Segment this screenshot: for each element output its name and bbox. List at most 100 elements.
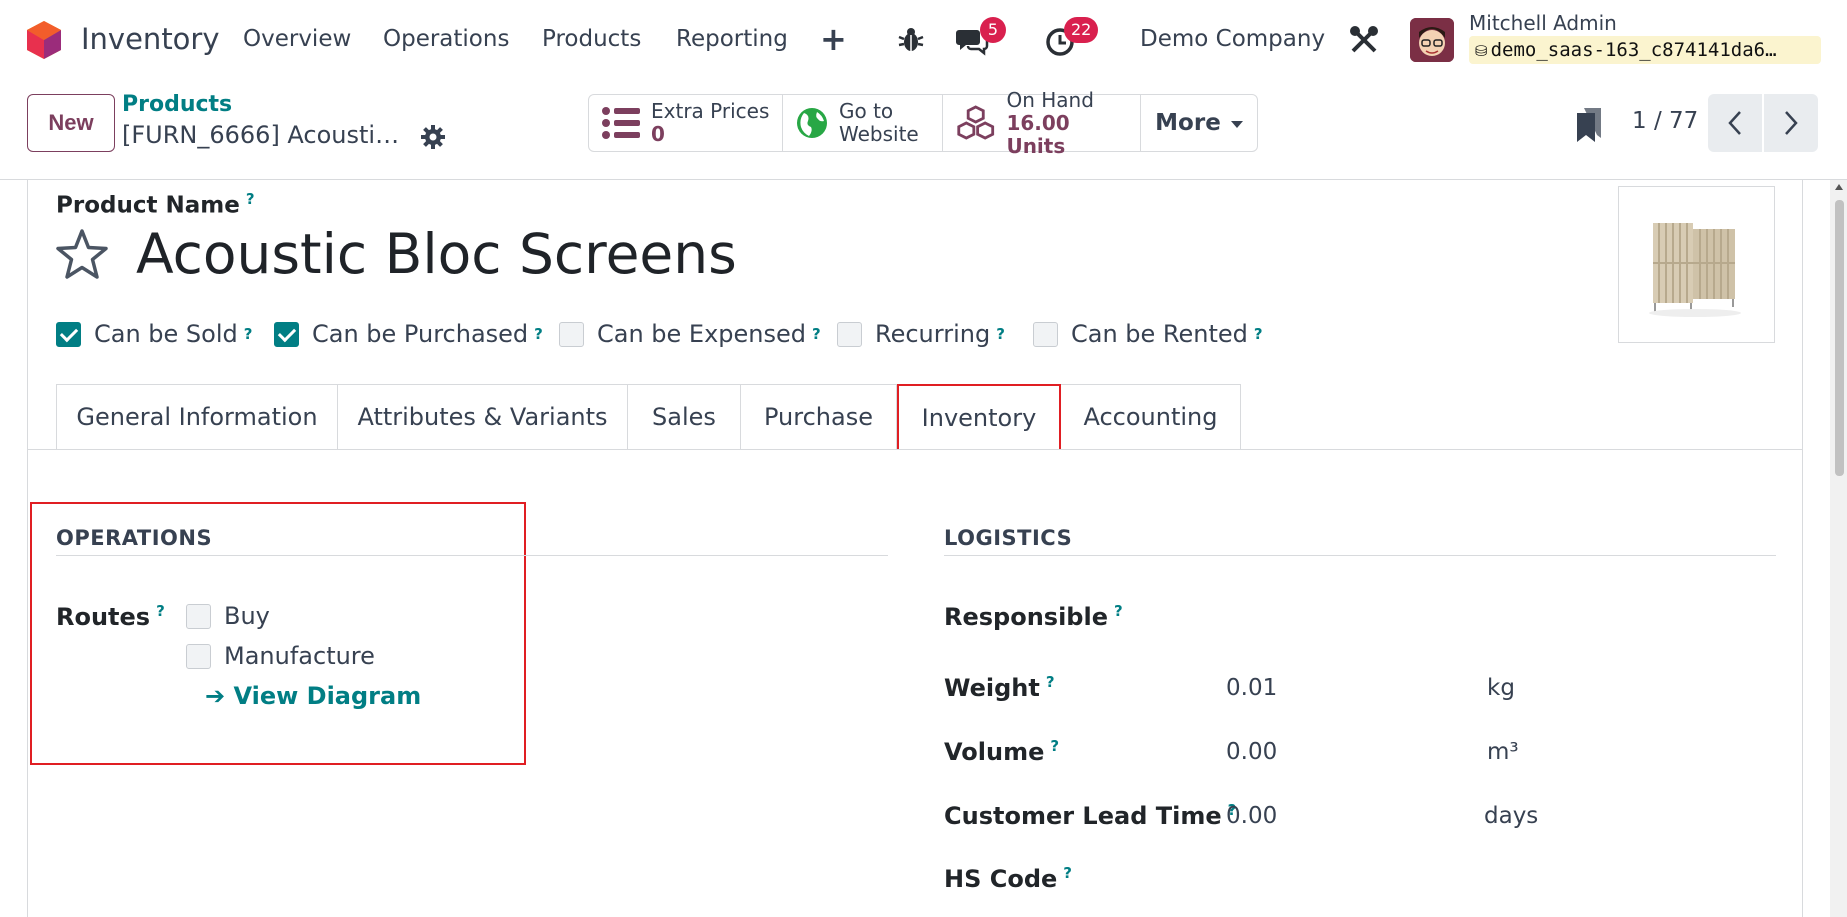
responsible-label-text: Responsible	[944, 603, 1108, 631]
customer-lead-time-unit: days	[1484, 803, 1539, 829]
control-panel: New Products [FURN_6666] Acoustic … Extr…	[0, 80, 1847, 180]
operations-section-title: OPERATIONS	[56, 526, 213, 550]
menu-reporting[interactable]: Reporting	[676, 26, 788, 52]
view-diagram-link[interactable]: ➔ View Diagram	[205, 682, 421, 710]
extra-prices-label: Extra Prices	[651, 99, 770, 123]
form-tabs: General Information Attributes & Variant…	[56, 384, 1241, 450]
option-can-be-expensed[interactable]: Can be Expensed?	[559, 320, 821, 348]
customer-lead-time-field[interactable]: 0.00	[1226, 803, 1277, 829]
help-tooltip[interactable]: ?	[156, 602, 165, 620]
help-tooltip[interactable]: ?	[246, 190, 255, 208]
menu-operations[interactable]: Operations	[383, 26, 509, 52]
tab-inventory[interactable]: Inventory	[897, 384, 1061, 450]
help-tooltip[interactable]: ?	[244, 325, 253, 343]
database-icon: ⛁	[1475, 42, 1488, 60]
app-logo-icon[interactable]	[26, 20, 62, 60]
can-be-sold-checkbox[interactable]	[56, 321, 81, 347]
tab-sales[interactable]: Sales	[628, 384, 741, 450]
globe-icon	[797, 108, 827, 138]
on-hand-label: On Hand	[1006, 87, 1094, 112]
recurring-checkbox[interactable]	[837, 321, 862, 347]
can-be-expensed-checkbox[interactable]	[559, 321, 584, 347]
favorite-star-icon[interactable]	[55, 228, 109, 280]
volume-label: Volume?	[944, 737, 1059, 766]
can-be-expensed-label: Can be Expensed	[597, 320, 807, 348]
website-label-line1: Go to	[839, 99, 894, 123]
extra-prices-value: 0	[651, 122, 665, 146]
settings-tools-icon[interactable]	[1348, 24, 1380, 56]
activities-count-badge: 22	[1064, 17, 1099, 43]
breadcrumb-current: [FURN_6666] Acoustic …	[122, 121, 412, 149]
pager-previous-button[interactable]	[1708, 94, 1762, 152]
help-tooltip[interactable]: ?	[996, 325, 1005, 343]
more-dropdown[interactable]: More	[1141, 95, 1257, 151]
help-tooltip[interactable]: ?	[812, 325, 821, 343]
hs-code-label: HS Code?	[944, 864, 1072, 893]
help-tooltip[interactable]: ?	[1046, 673, 1055, 691]
on-hand-value: 16.00 Units	[1006, 110, 1070, 158]
pager-value[interactable]: 1 / 77	[1632, 108, 1698, 134]
volume-label-text: Volume	[944, 738, 1045, 766]
help-tooltip[interactable]: ?	[1063, 864, 1072, 882]
user-avatar[interactable]	[1410, 18, 1454, 62]
customer-lead-time-label: Customer Lead Time?	[944, 801, 1236, 830]
database-name-text: demo_saas-163_c874141da6…	[1490, 39, 1777, 61]
can-be-purchased-checkbox[interactable]	[274, 321, 299, 347]
breadcrumb-products[interactable]: Products	[122, 92, 232, 117]
weight-field[interactable]: 0.01	[1226, 675, 1277, 701]
pager-next-button[interactable]	[1764, 94, 1818, 152]
menu-products[interactable]: Products	[542, 26, 641, 52]
route-manufacture[interactable]: Manufacture	[186, 642, 375, 670]
option-can-be-rented[interactable]: Can be Rented?	[1033, 320, 1263, 348]
menu-overview[interactable]: Overview	[243, 26, 351, 52]
route-manufacture-checkbox[interactable]	[186, 643, 211, 669]
product-image[interactable]	[1618, 186, 1775, 343]
extra-prices-button[interactable]: Extra Prices 0	[589, 95, 783, 151]
weight-label: Weight?	[944, 673, 1055, 702]
logistics-section-rule	[944, 555, 1776, 556]
list-icon	[602, 107, 640, 139]
can-be-sold-label: Can be Sold	[94, 320, 238, 348]
go-to-website-button[interactable]: Go to Website	[783, 95, 943, 151]
user-name[interactable]: Mitchell Admin	[1469, 11, 1617, 35]
company-switcher[interactable]: Demo Company	[1140, 26, 1325, 52]
scroll-up-arrow-icon[interactable]	[1835, 184, 1843, 190]
can-be-purchased-label: Can be Purchased	[312, 320, 529, 348]
option-can-be-purchased[interactable]: Can be Purchased?	[274, 320, 543, 348]
help-tooltip[interactable]: ?	[1114, 602, 1123, 620]
on-hand-button[interactable]: On Hand 16.00 Units	[943, 88, 1141, 157]
tab-attributes-variants[interactable]: Attributes & Variants	[338, 384, 628, 450]
routes-label: Routes?	[56, 602, 165, 631]
new-button[interactable]: New	[27, 94, 115, 152]
chevron-right-icon	[1785, 111, 1798, 135]
logistics-section-title: LOGISTICS	[944, 526, 1073, 550]
responsible-label: Responsible?	[944, 602, 1123, 631]
app-title[interactable]: Inventory	[81, 22, 220, 56]
can-be-rented-checkbox[interactable]	[1033, 321, 1058, 347]
tab-general-information[interactable]: General Information	[56, 384, 338, 450]
route-buy-label: Buy	[224, 602, 270, 630]
route-buy-checkbox[interactable]	[186, 603, 211, 629]
route-buy[interactable]: Buy	[186, 602, 270, 630]
volume-field[interactable]: 0.00	[1226, 739, 1277, 765]
acoustic-screen-image	[1649, 223, 1741, 317]
option-recurring[interactable]: Recurring?	[837, 320, 1005, 348]
database-name: ⛁ demo_saas-163_c874141da6…	[1469, 36, 1821, 64]
help-tooltip[interactable]: ?	[534, 325, 543, 343]
top-navbar: Inventory Overview Operations Products R…	[0, 0, 1847, 80]
messages-count-badge: 5	[980, 17, 1006, 43]
tab-purchase[interactable]: Purchase	[741, 384, 897, 450]
bookmark-icon[interactable]	[1575, 108, 1603, 142]
hs-code-label-text: HS Code	[944, 865, 1058, 893]
debug-bug-icon[interactable]	[896, 25, 926, 55]
website-label-line2: Website	[839, 122, 919, 146]
route-manufacture-label: Manufacture	[224, 642, 375, 670]
scrollbar-thumb[interactable]	[1835, 200, 1844, 476]
help-tooltip[interactable]: ?	[1050, 737, 1059, 755]
help-tooltip[interactable]: ?	[1254, 325, 1263, 343]
quick-create-plus-icon[interactable]: +	[820, 20, 847, 58]
option-can-be-sold[interactable]: Can be Sold?	[56, 320, 252, 348]
gear-icon[interactable]	[420, 124, 446, 150]
tab-accounting[interactable]: Accounting	[1061, 384, 1241, 450]
product-name-field[interactable]: Acoustic Bloc Screens	[136, 222, 737, 286]
